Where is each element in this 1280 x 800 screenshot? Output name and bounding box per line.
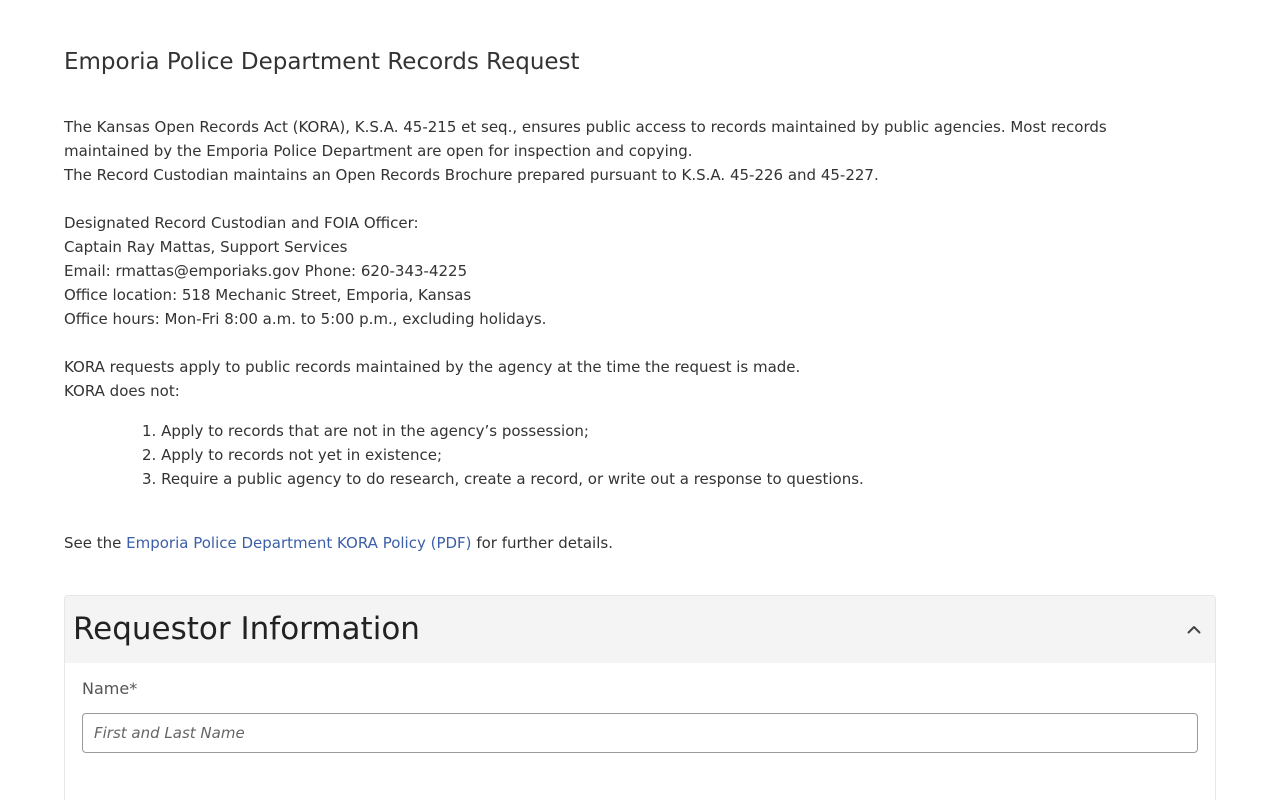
brochure-note: The Record Custodian maintains an Open R…: [64, 166, 879, 184]
section-title: Requestor Information: [73, 611, 420, 647]
does-not-heading: KORA does not:: [64, 382, 180, 400]
custodian-heading: Designated Record Custodian and FOIA Off…: [64, 214, 419, 232]
name-input[interactable]: [82, 713, 1198, 753]
name-label: Name*: [82, 679, 138, 698]
list-item: 2. Apply to records not yet in existence…: [142, 446, 443, 464]
office-hours: Office hours: Mon-Fri 8:00 a.m. to 5:00 …: [64, 310, 547, 328]
custodian-contact: Email: rmattas@emporiaks.gov Phone: 620-…: [64, 262, 468, 280]
requestor-card-header[interactable]: Requestor Information: [65, 596, 1215, 663]
list-item: 3. Require a public agency to do researc…: [142, 470, 864, 488]
chevron-up-icon: [1187, 625, 1201, 634]
kora-description: The Kansas Open Records Act (KORA), K.S.…: [64, 118, 1107, 160]
page-title: Emporia Police Department Records Reques…: [64, 49, 580, 75]
custodian-name: Captain Ray Mattas, Support Services: [64, 238, 348, 256]
policy-prefix: See the: [64, 534, 127, 552]
collapse-section-button[interactable]: [1183, 618, 1205, 640]
list-item: 1. Apply to records that are not in the …: [142, 422, 589, 440]
office-location: Office location: 518 Mechanic Street, Em…: [64, 286, 472, 304]
policy-reference: See the Emporia Police Department KORA P…: [64, 531, 1194, 555]
kora-limits-list: 1. Apply to records that are not in the …: [64, 419, 1194, 491]
requestor-information-card: Requestor Information Name*: [64, 595, 1216, 800]
policy-suffix: for further details.: [471, 534, 613, 552]
intro-section: The Kansas Open Records Act (KORA), K.S.…: [64, 115, 1194, 555]
applies-statement: KORA requests apply to public records ma…: [64, 358, 801, 376]
kora-policy-link[interactable]: Emporia Police Department KORA Policy (P…: [126, 534, 471, 552]
